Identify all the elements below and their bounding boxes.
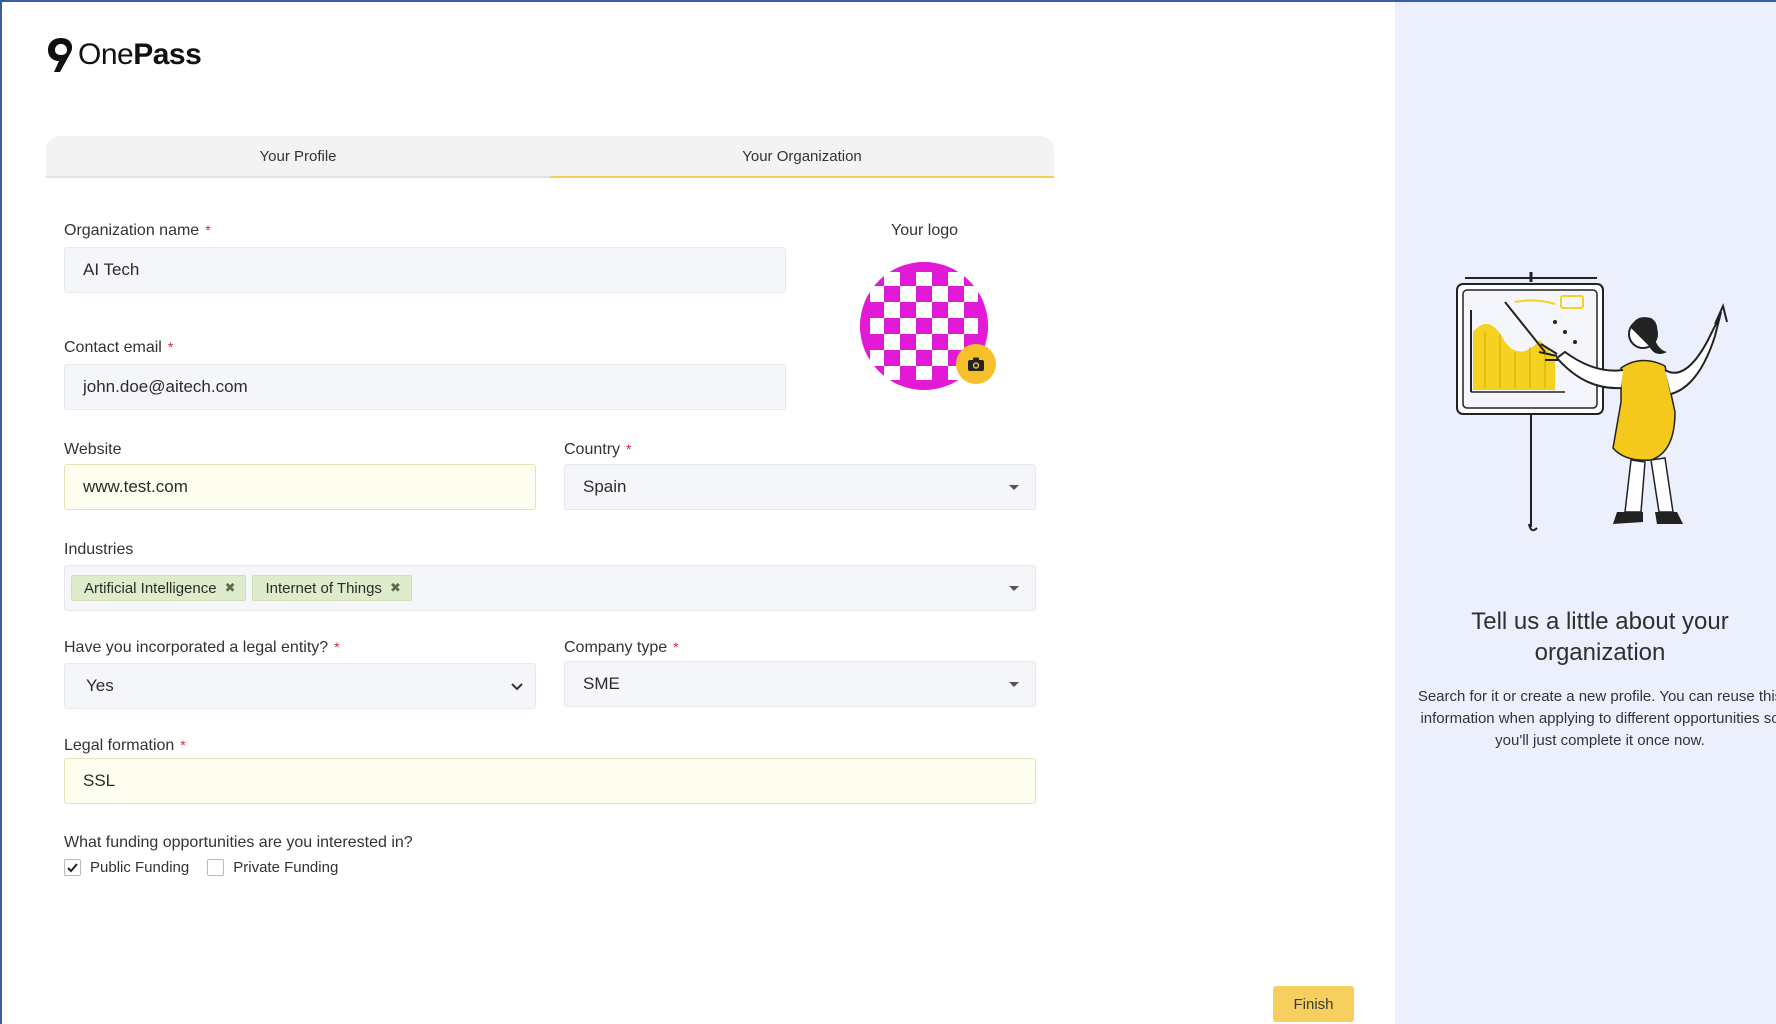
org-name-value: AI Tech — [83, 260, 140, 279]
country-label: Country * — [564, 441, 632, 458]
website-value: www.test.com — [83, 477, 188, 496]
check-icon — [67, 863, 78, 873]
website-label: Website — [64, 441, 122, 458]
org-name-input[interactable]: AI Tech — [64, 247, 786, 293]
caret-down-icon — [1009, 682, 1019, 687]
chevron-down-icon — [511, 683, 523, 691]
legal-entity-label: Have you incorporated a legal entity? * — [64, 639, 340, 656]
company-type-value: SME — [583, 674, 620, 693]
brand-name: OnePass — [78, 38, 202, 71]
country-value: Spain — [583, 477, 627, 496]
legal-formation-input[interactable]: SSL — [64, 758, 1036, 804]
finish-button[interactable]: Finish — [1273, 986, 1354, 1022]
company-type-select[interactable]: SME — [564, 661, 1036, 707]
legal-formation-value: SSL — [83, 771, 116, 790]
chip-label: Internet of Things — [265, 579, 382, 597]
caret-down-icon — [1009, 485, 1019, 490]
contact-email-value: john.doe@aitech.com — [83, 377, 248, 396]
public-funding-checkbox[interactable] — [64, 859, 81, 876]
legal-formation-label: Legal formation * — [64, 737, 186, 754]
brand-logo[interactable]: OnePass — [46, 36, 202, 74]
private-funding-checkbox[interactable] — [207, 859, 225, 876]
industry-chip[interactable]: Internet of Things ✖ — [252, 575, 412, 601]
remove-chip-icon[interactable]: ✖ — [225, 580, 236, 596]
tab-your-profile[interactable]: Your Profile — [46, 136, 550, 178]
upload-logo-button[interactable] — [956, 344, 996, 384]
funding-question: What funding opportunities are you inter… — [64, 834, 413, 851]
onepass-logo-icon — [48, 38, 73, 72]
caret-down-icon — [1009, 586, 1019, 591]
side-description: Search for it or create a new profile. Y… — [1417, 688, 1776, 749]
main-panel: OnePass Your Profile Your Organization O… — [0, 0, 1395, 1024]
org-name-label: Organization name * — [64, 222, 211, 239]
country-select[interactable]: Spain — [564, 464, 1036, 510]
company-type-label: Company type * — [564, 639, 679, 656]
presentation-illustration — [1456, 272, 1728, 532]
camera-icon — [968, 357, 984, 371]
industries-label: Industries — [64, 541, 134, 558]
industry-chip[interactable]: Artificial Intelligence ✖ — [71, 575, 247, 601]
tab-your-organization[interactable]: Your Organization — [550, 136, 1054, 178]
side-title: Tell us a little about your organization — [1471, 608, 1729, 666]
legal-entity-select[interactable]: Yes — [64, 663, 536, 709]
public-funding-label: Public Funding — [90, 859, 190, 876]
funding-options: Public Funding Private Funding — [64, 859, 356, 876]
legal-entity-value: Yes — [86, 676, 114, 695]
private-funding-label: Private Funding — [233, 859, 339, 876]
chip-label: Artificial Intelligence — [84, 579, 217, 597]
logo-label: Your logo — [891, 222, 959, 239]
contact-email-label: Contact email * — [64, 339, 174, 356]
remove-chip-icon[interactable]: ✖ — [390, 580, 401, 596]
website-input[interactable]: www.test.com — [64, 464, 536, 510]
step-tabs: Your Profile Your Organization — [46, 136, 1054, 178]
contact-email-input[interactable]: john.doe@aitech.com — [64, 364, 786, 410]
industries-multiselect[interactable]: Artificial Intelligence ✖ Internet of Th… — [64, 565, 1036, 611]
